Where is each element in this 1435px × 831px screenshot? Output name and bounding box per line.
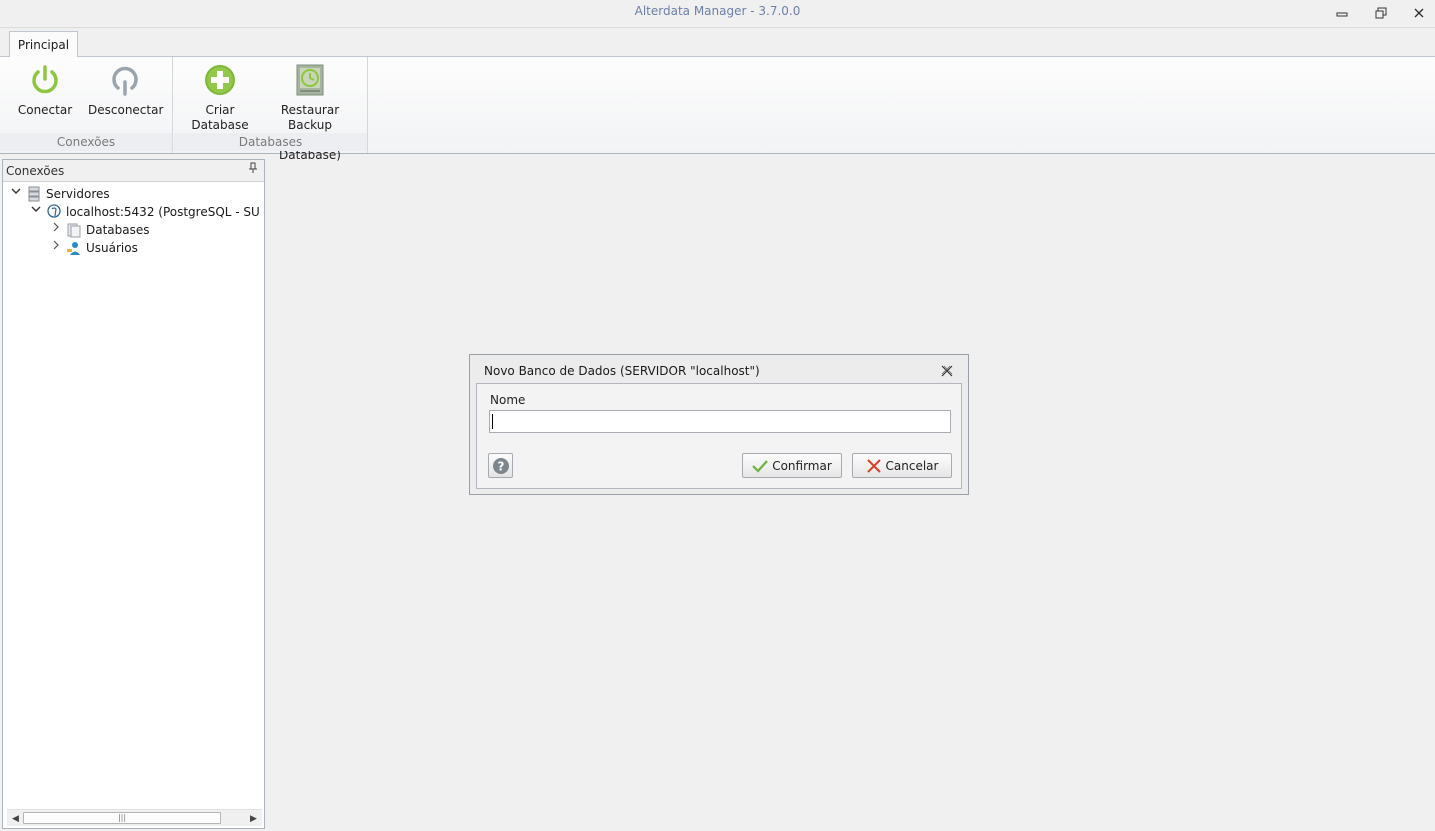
tree-label-localhost: localhost:5432 (PostgreSQL - SUPERV: [66, 205, 261, 219]
confirmar-label: Confirmar: [772, 458, 832, 473]
group-label-databases: Databases: [174, 133, 367, 151]
conectar-label: Conectar: [17, 103, 73, 117]
cancel-x-icon: [866, 458, 881, 473]
scrollbar-thumb[interactable]: |||: [23, 812, 221, 824]
tree-node-databases[interactable]: Databases: [50, 221, 150, 239]
svg-text:?: ?: [497, 459, 504, 473]
server-stack-icon: [28, 186, 40, 202]
cancelar-label: Cancelar: [885, 458, 939, 473]
tree-node-localhost[interactable]: localhost:5432 (PostgreSQL - SUPERV: [30, 203, 261, 221]
connections-tree: Servidores localhost:5432 (PostgreSQL - …: [6, 185, 261, 807]
scroll-right-arrow-icon[interactable]: ▶: [245, 810, 262, 827]
connections-panel-title: Conexões: [6, 164, 65, 178]
criar-label-1: Criar: [205, 103, 235, 117]
help-button[interactable]: ?: [488, 453, 513, 478]
chevron-right-icon[interactable]: [50, 239, 62, 257]
users-icon: [67, 242, 80, 255]
scroll-left-arrow-icon[interactable]: ◀: [7, 810, 24, 827]
power-icon: [32, 65, 58, 94]
connections-panel: Conexões Servidores localhost:5432 (Post…: [2, 159, 265, 829]
dialog-close-button[interactable]: [940, 364, 954, 378]
check-icon: [752, 459, 769, 473]
text-caret: [492, 414, 493, 429]
title-bar: Alterdata Manager - 3.7.0.0: [0, 0, 1435, 28]
ribbon-group-databases: Criar Database Restaurar Backup (Novo Da…: [174, 57, 368, 162]
minimize-button[interactable]: [1326, 2, 1358, 24]
new-database-dialog: Novo Banco de Dados (SERVIDOR "localhost…: [469, 354, 969, 495]
conectar-button[interactable]: Conectar: [14, 63, 76, 118]
chevron-down-icon[interactable]: [30, 203, 42, 221]
desconectar-label: Desconectar: [88, 103, 164, 117]
help-icon: ?: [492, 457, 509, 474]
dialog-body: Nome ? Confirmar Cancelar: [476, 383, 962, 489]
nome-label: Nome: [490, 393, 526, 407]
close-icon: [1414, 8, 1424, 18]
close-button[interactable]: [1403, 2, 1435, 24]
postgresql-icon: [47, 204, 61, 218]
window-title: Alterdata Manager - 3.7.0.0: [634, 4, 801, 18]
minimize-icon: [1336, 12, 1348, 17]
databases-icon: [67, 223, 81, 238]
nome-input[interactable]: [489, 410, 951, 433]
disconnect-icon: [112, 66, 138, 96]
criar-database-button[interactable]: Criar Database: [190, 63, 250, 133]
tree-label-servidores: Servidores: [46, 187, 110, 201]
desconectar-button[interactable]: Desconectar: [88, 63, 164, 118]
chevron-right-icon[interactable]: [50, 221, 62, 239]
ribbon: Conectar Desconectar Conexões Criar Data…: [0, 57, 1435, 162]
tree-node-usuarios[interactable]: Usuários: [50, 239, 138, 257]
close-icon: [941, 365, 953, 377]
tree-label-databases: Databases: [86, 223, 150, 237]
cancelar-button[interactable]: Cancelar: [852, 453, 952, 478]
pin-icon[interactable]: [248, 160, 258, 182]
add-circle-icon: [205, 65, 235, 95]
horizontal-scrollbar[interactable]: ◀ ||| ▶: [7, 809, 262, 826]
restore-backup-icon: [296, 64, 324, 96]
tab-principal[interactable]: Principal: [9, 31, 78, 58]
connections-panel-header: Conexões: [3, 160, 264, 182]
chevron-down-icon[interactable]: [10, 185, 22, 203]
restore-icon: [1375, 7, 1387, 19]
pin-shape: [249, 162, 257, 173]
group-label-conexoes: Conexões: [0, 133, 172, 151]
tree-label-usuarios: Usuários: [86, 241, 138, 255]
ribbon-group-conexoes: Conectar Desconectar Conexões: [0, 57, 173, 153]
dialog-title: Novo Banco de Dados (SERVIDOR "localhost…: [484, 364, 760, 378]
criar-label-2: Database: [191, 118, 249, 132]
ribbon-tab-strip: Principal: [0, 28, 1435, 58]
restaurar-label-1: Restaurar Backup: [280, 103, 340, 132]
confirmar-button[interactable]: Confirmar: [742, 453, 842, 478]
tree-node-servidores[interactable]: Servidores: [10, 185, 110, 203]
restore-button[interactable]: [1365, 2, 1397, 24]
